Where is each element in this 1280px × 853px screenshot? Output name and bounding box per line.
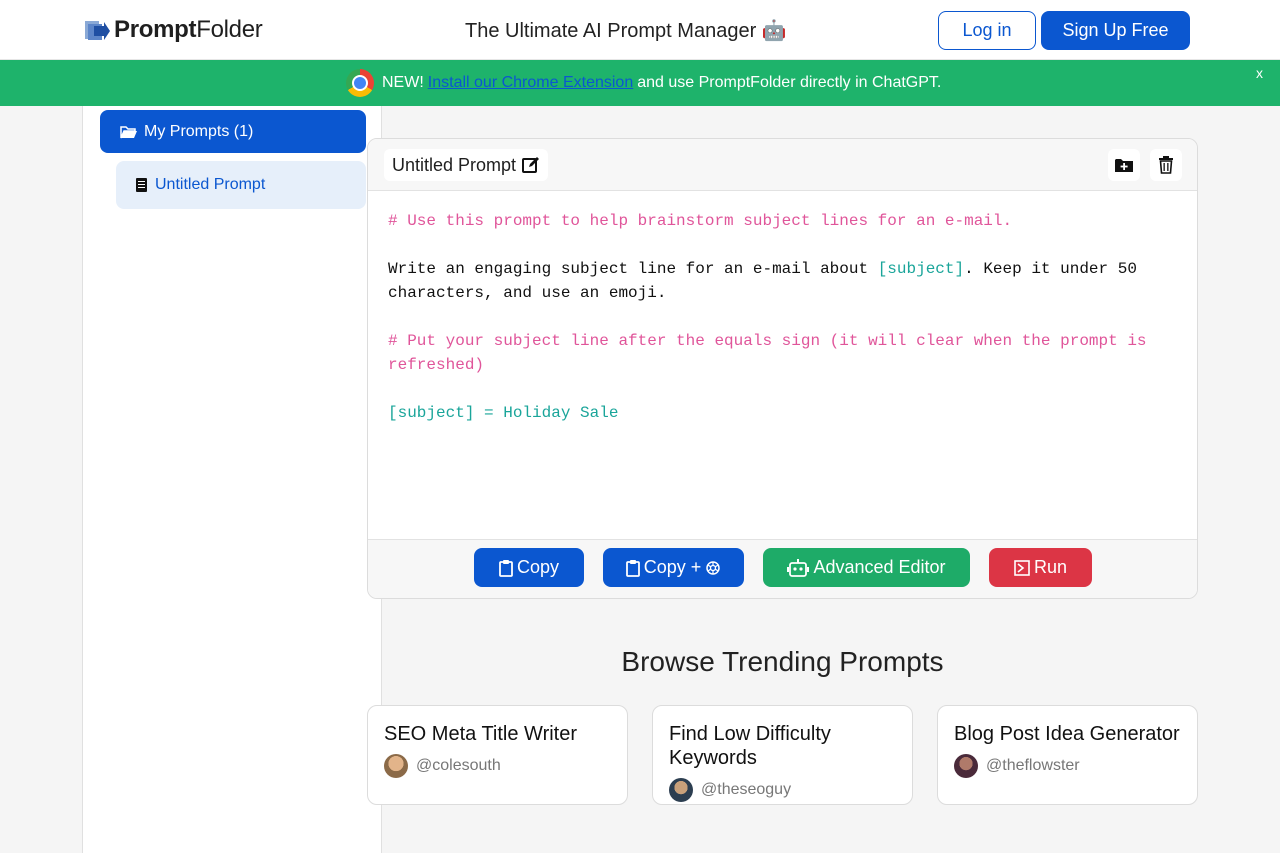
install-extension-link[interactable]: Install our Chrome Extension — [428, 74, 633, 92]
banner-text: and use PromptFolder directly in ChatGPT… — [637, 74, 942, 91]
login-button[interactable]: Log in — [938, 11, 1036, 50]
avatar — [669, 778, 693, 802]
advanced-editor-button[interactable]: Advanced Editor — [763, 548, 970, 587]
copy-button[interactable]: Copy — [474, 548, 584, 587]
trending-card-title: Blog Post Idea Generator — [954, 723, 1180, 745]
edit-icon — [522, 157, 540, 173]
signup-button[interactable]: Sign Up Free — [1041, 11, 1190, 50]
trending-card-author: @colesouth — [384, 754, 611, 778]
avatar — [954, 754, 978, 778]
comment-line: # Put your subject line after the equals… — [388, 332, 1157, 374]
editor-header: Untitled Prompt — [368, 139, 1197, 191]
comment-line: # Use this prompt to help brainstorm sub… — [388, 212, 1013, 230]
chrome-icon — [346, 69, 374, 97]
copy-to-chatgpt-button[interactable]: Copy + — [603, 548, 744, 587]
run-button[interactable]: Run — [989, 548, 1092, 587]
avatar — [384, 754, 408, 778]
editor-actions: Copy Copy + Advanced Editor Run — [368, 539, 1197, 598]
openai-icon — [706, 560, 721, 575]
sidebar-item-label: Untitled Prompt — [155, 176, 266, 193]
top-header: PromptFolder The Ultimate AI Prompt Mana… — [0, 0, 1280, 60]
trending-card-title: SEO Meta Title Writer — [384, 723, 578, 745]
folder-open-icon — [120, 125, 137, 138]
add-folder-button[interactable] — [1108, 149, 1140, 181]
trending-card-author: @theseoguy — [669, 778, 896, 802]
folder-arrow-logo-icon — [85, 21, 110, 40]
banner-new-label: NEW! — [382, 74, 424, 91]
folder-label: My Prompts (1) — [144, 122, 254, 140]
clipboard-icon — [625, 559, 640, 577]
delete-button[interactable] — [1150, 149, 1182, 181]
logo[interactable]: PromptFolder — [84, 16, 263, 44]
sidebar-folder-my-prompts[interactable]: My Prompts (1) — [100, 110, 366, 153]
trending-card-title: Find Low Difficulty Keywords — [669, 723, 831, 769]
prompt-title-editable[interactable]: Untitled Prompt — [384, 149, 549, 181]
logo-text: PromptFolder — [114, 16, 263, 43]
prompt-line: Write an engaging subject line for an e-… — [388, 260, 1147, 302]
close-banner-button[interactable]: x — [1256, 65, 1263, 81]
prompt-editor-card: Untitled Prompt # Use this prompt to hel… — [367, 138, 1198, 599]
document-icon — [136, 178, 147, 192]
trending-card[interactable]: Find Low Difficulty Keywords @theseoguy — [652, 705, 913, 805]
robot-icon — [787, 558, 810, 577]
clipboard-icon — [499, 559, 513, 577]
trending-heading: Browse Trending Prompts — [621, 646, 944, 677]
trash-icon — [1159, 156, 1173, 174]
terminal-icon — [1014, 559, 1030, 576]
folder-plus-icon — [1115, 158, 1133, 172]
variable-token: [subject] — [877, 260, 965, 278]
sidebar-item-untitled-prompt[interactable]: Untitled Prompt — [116, 161, 366, 209]
variable-assignment-line: [subject] = Holiday Sale — [388, 404, 619, 422]
sidebar: My Prompts (1) Untitled Prompt — [82, 106, 382, 853]
chrome-extension-banner: NEW! Install our Chrome Extension and us… — [0, 60, 1280, 106]
trending-card-author: @theflowster — [954, 754, 1181, 778]
prompt-text-editor[interactable]: # Use this prompt to help brainstorm sub… — [388, 209, 1178, 425]
tagline: The Ultimate AI Prompt Manager 🤖 — [465, 20, 787, 42]
trending-card[interactable]: SEO Meta Title Writer @colesouth — [367, 705, 628, 805]
trending-card[interactable]: Blog Post Idea Generator @theflowster — [937, 705, 1198, 805]
prompt-title: Untitled Prompt — [392, 154, 517, 175]
